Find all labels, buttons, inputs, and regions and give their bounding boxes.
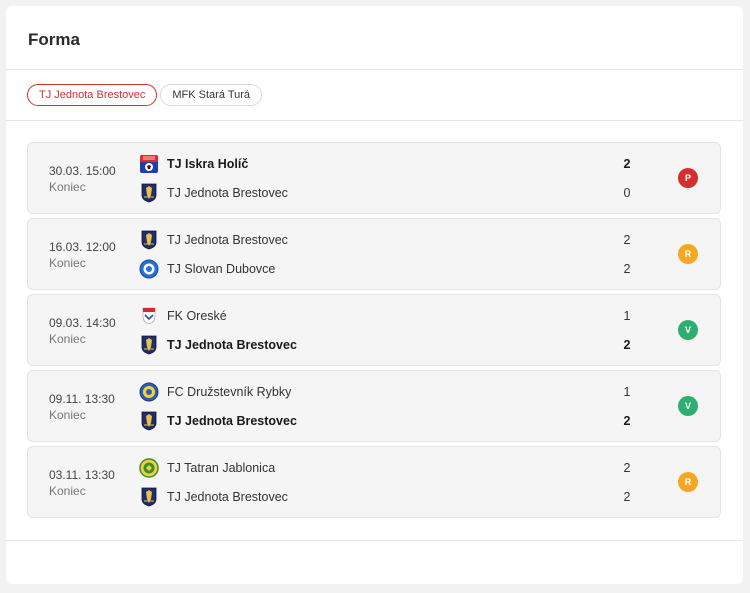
tatran-jablonica-crest-icon [139, 458, 159, 478]
result-badge: V [678, 320, 698, 340]
match-row[interactable]: 09.03. 14:30 Koniec FK Oreské 1 TJ Jedno… [27, 294, 721, 366]
away-score: 2 [623, 490, 631, 504]
result-badge: R [678, 244, 698, 264]
match-row[interactable]: 30.03. 15:00 Koniec TJ Iskra Holíč 2 TJ … [27, 142, 721, 214]
divider [6, 540, 743, 541]
form-card: Forma TJ Jednota Brestovec MFK Stará Tur… [6, 6, 743, 584]
fk-oreske-crest-icon [139, 306, 159, 326]
match-row[interactable]: 09.11. 13:30 Koniec FC Družstevník Rybky… [27, 370, 721, 442]
away-team-name: TJ Jednota Brestovec [167, 338, 297, 352]
match-date: 09.03. 14:30 [49, 316, 116, 330]
away-score: 2 [623, 262, 631, 276]
slovan-dubovce-crest-icon [139, 259, 159, 279]
result-badge: V [678, 396, 698, 416]
home-score: 2 [623, 233, 631, 247]
match-status: Koniec [49, 256, 86, 270]
away-team-name: TJ Jednota Brestovec [167, 186, 288, 200]
away-team: TJ Jednota Brestovec [139, 335, 297, 355]
match-date: 30.03. 15:00 [49, 164, 116, 178]
away-team: TJ Jednota Brestovec [139, 487, 288, 507]
away-score: 0 [623, 186, 631, 200]
away-team-name: TJ Jednota Brestovec [167, 414, 297, 428]
jednota-brestovec-crest-icon [139, 230, 159, 250]
home-team: TJ Jednota Brestovec [139, 230, 288, 250]
home-team-name: FK Oreské [167, 309, 227, 323]
match-date: 16.03. 12:00 [49, 240, 116, 254]
match-row[interactable]: 03.11. 13:30 Koniec TJ Tatran Jablonica … [27, 446, 721, 518]
team-tabs: TJ Jednota Brestovec MFK Stará Turá [6, 70, 743, 121]
tab-mfk-stara-tura[interactable]: MFK Stará Turá [160, 84, 263, 106]
home-score: 1 [623, 309, 631, 323]
match-status: Koniec [49, 332, 86, 346]
jednota-brestovec-crest-icon [139, 335, 159, 355]
away-team: TJ Jednota Brestovec [139, 183, 288, 203]
jednota-brestovec-crest-icon [139, 183, 159, 203]
tab-jednota-brestovec[interactable]: TJ Jednota Brestovec [27, 84, 158, 106]
home-team-name: TJ Jednota Brestovec [167, 233, 288, 247]
jednota-brestovec-crest-icon [139, 411, 159, 431]
away-team: TJ Jednota Brestovec [139, 411, 297, 431]
druzstevnik-rybky-crest-icon [139, 382, 159, 402]
card-header: Forma [6, 6, 743, 70]
home-team: FK Oreské [139, 306, 227, 326]
away-score: 2 [623, 338, 631, 352]
home-team: TJ Iskra Holíč [139, 154, 248, 174]
jednota-brestovec-crest-icon [139, 487, 159, 507]
home-team: FC Družstevník Rybky [139, 382, 291, 402]
match-list: 30.03. 15:00 Koniec TJ Iskra Holíč 2 TJ … [6, 121, 743, 518]
away-score: 2 [623, 414, 631, 428]
away-team-name: TJ Slovan Dubovce [167, 262, 276, 276]
result-badge: P [678, 168, 698, 188]
home-score: 1 [623, 385, 631, 399]
iskra-holic-crest-icon [139, 154, 159, 174]
home-team-name: TJ Iskra Holíč [167, 157, 249, 171]
match-date: 09.11. 13:30 [49, 392, 115, 406]
match-status: Koniec [49, 484, 86, 498]
home-team-name: TJ Tatran Jablonica [167, 461, 276, 475]
away-team-name: TJ Jednota Brestovec [167, 490, 288, 504]
match-row[interactable]: 16.03. 12:00 Koniec TJ Jednota Brestovec… [27, 218, 721, 290]
home-score: 2 [623, 157, 631, 171]
match-date: 03.11. 13:30 [49, 468, 115, 482]
home-score: 2 [623, 461, 631, 475]
away-team: TJ Slovan Dubovce [139, 259, 275, 279]
home-team-name: FC Družstevník Rybky [167, 385, 292, 399]
match-status: Koniec [49, 408, 86, 422]
result-badge: R [678, 472, 698, 492]
home-team: TJ Tatran Jablonica [139, 458, 275, 478]
match-status: Koniec [49, 180, 86, 194]
page-title: Forma [28, 30, 80, 49]
